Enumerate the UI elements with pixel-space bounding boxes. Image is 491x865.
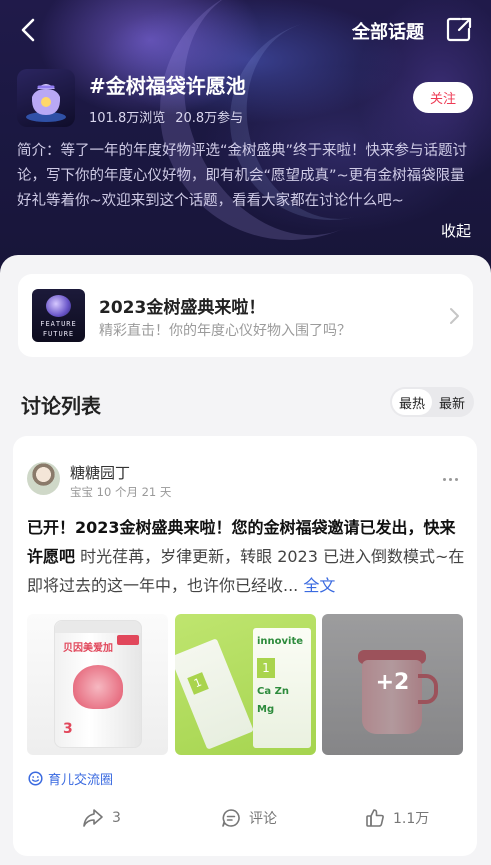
user-baby-age: 宝宝 10 个月 21 天 [70,485,172,499]
more-images-count: +2 [375,670,410,695]
like-count: 1.1万 [393,811,430,827]
participant-count: 20.8万参与 [175,111,244,126]
collapse-button[interactable]: 收起 [441,220,471,241]
box-brand: innovite [257,636,304,647]
forward-icon [83,809,103,827]
comment-label: 评论 [249,811,277,827]
full-text-link[interactable]: 全文 [303,576,335,595]
topic-description: 简介：等了一年的年度好物评选“金树盛典”终于来啦！快来参与话题讨论，写下你的年度… [17,143,468,209]
box-digit: 1 [257,658,275,678]
comment-icon [222,809,240,827]
box-digit: 1 [187,672,209,695]
box-minerals: Ca Zn [257,686,289,697]
orb-graphic [46,295,71,317]
event-banner-card[interactable]: FEATURE FUTURE 2023金树盛典来啦！ 精彩直击！你的年度心仪好物… [18,274,473,357]
follow-button[interactable]: 关注 [413,82,473,113]
topic-logo [17,69,75,127]
view-count: 101.8万浏览 [89,111,166,126]
can-lid [55,621,141,633]
post-text[interactable]: 已开！2023金树盛典来啦！您的金树福袋邀请已发出，快来许愿吧 时光荏苒，岁律更… [27,513,467,600]
post-image-formula-can[interactable]: 贝因美爱加 3 [27,614,168,755]
post-image-supplement-box[interactable]: 1 innovite 1 Ca Zn Mg [175,614,316,755]
can-heart-logo [73,665,123,709]
banner-subtitle: 精彩直击！你的年度心仪好物入围了吗？ [99,323,351,339]
circle-tag-link[interactable]: 育儿交流圈 [28,769,113,788]
thumb-text-future: FUTURE [42,330,75,338]
post-body: 时光荏苒，岁律更新，转眼 2023 已进入倒数模式~在即将过去的这一年中，也许你… [27,547,465,595]
topic-title: #金树福袋许愿池 [89,74,246,98]
banner-title: 2023金树盛典来啦！ [99,298,266,318]
circle-tag-label: 育儿交流圈 [48,773,114,788]
can-tag [117,635,139,645]
share-count: 3 [112,810,121,826]
can-stage: 3 [63,721,73,737]
supplement-box-front: innovite 1 Ca Zn Mg [253,628,311,748]
supplement-box-back: 1 [175,638,254,750]
sort-new-tab[interactable]: 最新 [432,389,472,415]
more-options-icon[interactable] [443,466,461,481]
like-action[interactable]: 1.1万 [365,808,429,828]
smiley-icon [28,771,43,786]
comment-action[interactable]: 评论 [221,808,277,828]
can-brand: 贝因美爱加 [63,643,113,654]
all-topics-link[interactable]: 全部话题 [352,18,424,44]
banner-thumbnail: FEATURE FUTURE [32,289,85,342]
topic-stats: 101.8万浏览 20.8万参与 [89,107,243,126]
box-minerals-mg: Mg [257,704,275,715]
chevron-right-icon [450,308,459,324]
username[interactable]: 糖糖园丁 [70,462,130,483]
share-action[interactable]: 3 [82,808,121,828]
post-image-cup[interactable]: +2 [322,614,463,755]
thumb-text-feature: FEATURE [40,320,77,328]
back-arrow-icon[interactable] [17,17,43,43]
avatar[interactable] [27,462,60,495]
share-icon[interactable] [446,16,472,42]
thumbs-up-icon [366,809,384,827]
discussion-list-title: 讨论列表 [21,394,101,418]
lucky-bag-icon [26,84,66,122]
formula-can-graphic: 贝因美爱加 3 [54,620,142,748]
sort-hot-tab[interactable]: 最热 [392,389,432,415]
